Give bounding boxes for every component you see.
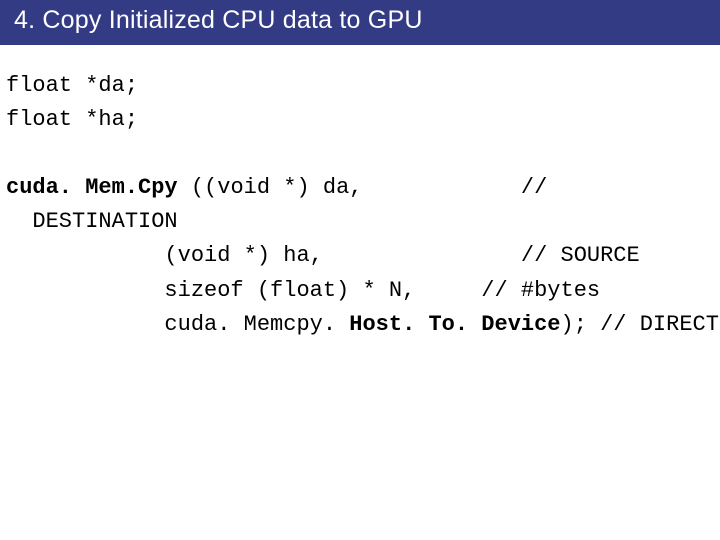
code-line-2: float *ha; [6, 107, 138, 132]
code-line-3b: DESTINATION [6, 209, 178, 234]
code-line-6a: cuda. Memcpy. [6, 312, 349, 337]
code-block: float *da; float *ha; cuda. Mem.Cpy ((vo… [0, 45, 720, 342]
slide-title: 4. Copy Initialized CPU data to GPU [0, 0, 720, 45]
code-line-4: (void *) ha, // SOURCE [6, 243, 640, 268]
code-line-6b: ); // DIRECTION [561, 312, 720, 337]
code-bold-func: cuda. Mem.Cpy [6, 175, 178, 200]
code-bold-direction: Host. To. Device [349, 312, 560, 337]
code-line-3a: ((void *) da, // [178, 175, 548, 200]
code-line-5: sizeof (float) * N, // #bytes [6, 278, 600, 303]
code-line-1: float *da; [6, 73, 138, 98]
